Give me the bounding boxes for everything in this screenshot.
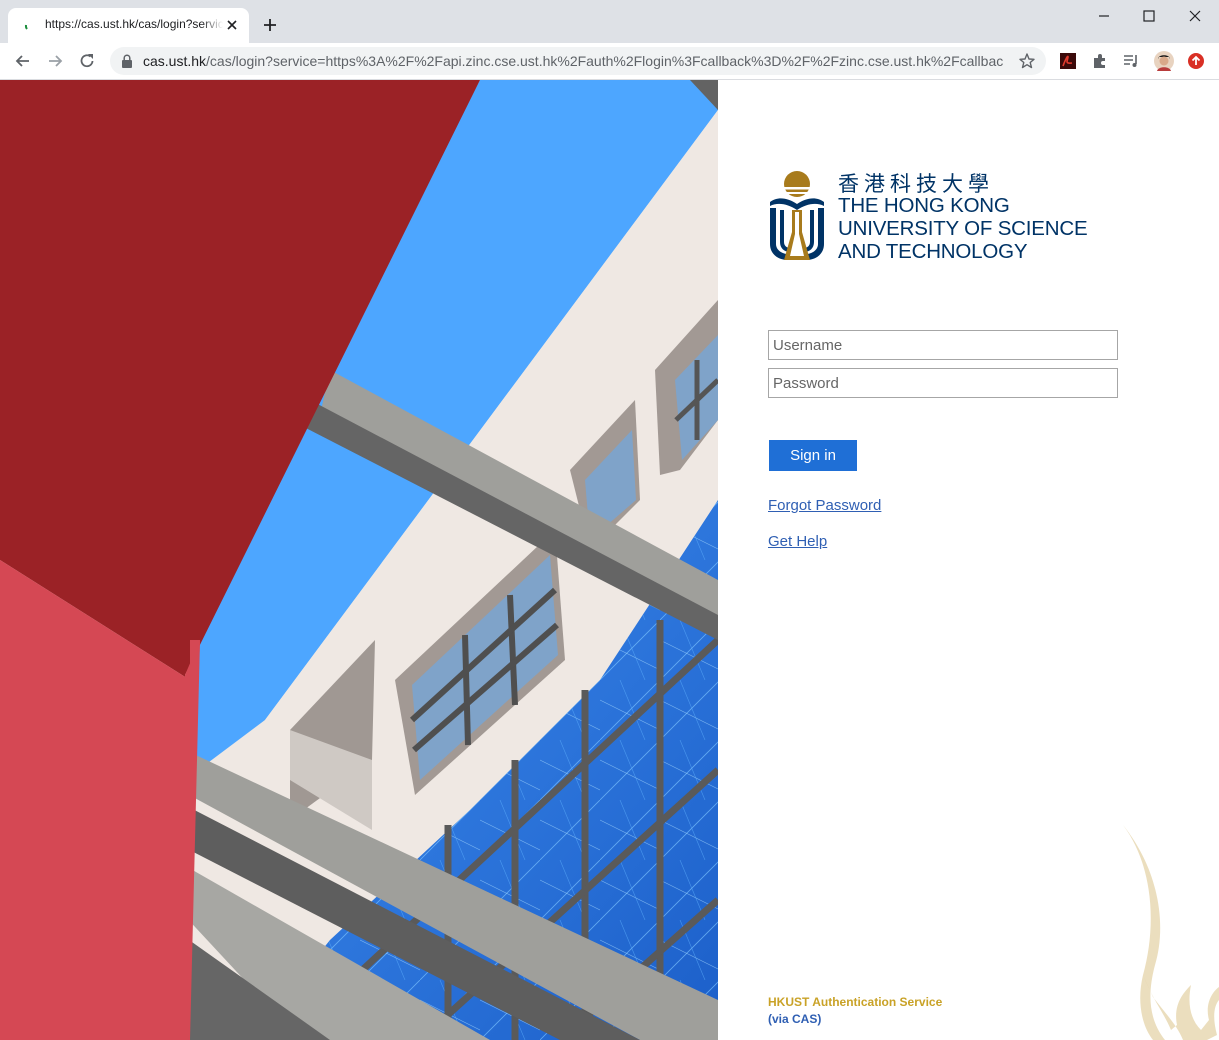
campus-illustration bbox=[0, 80, 718, 1040]
reload-icon[interactable] bbox=[77, 51, 97, 71]
url-host: cas.ust.hk bbox=[143, 53, 207, 69]
forward-icon[interactable] bbox=[45, 51, 65, 71]
url-text[interactable]: cas.ust.hk/cas/login?service=https%3A%2F… bbox=[143, 53, 1003, 69]
tab-close-icon[interactable] bbox=[224, 17, 240, 33]
loading-favicon-icon bbox=[24, 24, 28, 30]
puzzle-icon[interactable] bbox=[1091, 52, 1109, 70]
logo-name-line1: THE HONG KONG bbox=[838, 194, 1010, 217]
footer-service-subtitle: (via CAS) bbox=[768, 1012, 822, 1026]
star-icon[interactable] bbox=[1018, 52, 1036, 70]
profile-avatar-icon[interactable] bbox=[1154, 51, 1174, 71]
login-panel: 香港科技大學 THE HONG KONG UNIVERSITY OF SCIEN… bbox=[718, 80, 1219, 1040]
get-help-link[interactable]: Get Help bbox=[768, 533, 827, 550]
media-control-icon[interactable] bbox=[1122, 52, 1140, 70]
tab-strip: https://cas.ust.hk/cas/login?service=htt… bbox=[0, 0, 1219, 43]
sign-in-button[interactable]: Sign in bbox=[769, 440, 857, 471]
browser-window: https://cas.ust.hk/cas/login?service=htt… bbox=[0, 0, 1219, 1040]
close-window-icon[interactable] bbox=[1185, 6, 1205, 26]
maximize-icon[interactable] bbox=[1139, 6, 1159, 26]
address-bar[interactable]: cas.ust.hk/cas/login?service=https%3A%2F… bbox=[110, 47, 1046, 75]
logo-name-line3: AND TECHNOLOGY bbox=[838, 240, 1028, 263]
new-tab-icon[interactable] bbox=[261, 16, 279, 34]
browser-toolbar: cas.ust.hk/cas/login?service=https%3A%2F… bbox=[0, 43, 1219, 80]
logo-name-line2: UNIVERSITY OF SCIENCE bbox=[838, 217, 1088, 240]
minimize-icon[interactable] bbox=[1094, 6, 1114, 26]
password-field[interactable] bbox=[768, 368, 1118, 398]
lock-icon[interactable] bbox=[121, 54, 133, 68]
tab-title: https://cas.ust.hk/cas/login?service=htt… bbox=[45, 17, 223, 31]
url-path: /cas/login?service=https%3A%2F%2Fapi.zin… bbox=[206, 53, 1003, 69]
campus-illustration-art bbox=[0, 80, 718, 1040]
flame-watermark-icon bbox=[1123, 825, 1219, 1040]
back-icon[interactable] bbox=[13, 51, 33, 71]
hkust-emblem-icon bbox=[770, 171, 824, 260]
pdf-extension-icon[interactable] bbox=[1059, 52, 1077, 70]
browser-tab[interactable]: https://cas.ust.hk/cas/login?service=htt… bbox=[8, 8, 249, 43]
update-icon[interactable] bbox=[1187, 52, 1205, 70]
username-field[interactable] bbox=[768, 330, 1118, 360]
footer-service-title: HKUST Authentication Service bbox=[768, 995, 943, 1009]
forgot-password-link[interactable]: Forgot Password bbox=[768, 497, 881, 514]
cas-login-page: 香港科技大學 THE HONG KONG UNIVERSITY OF SCIEN… bbox=[0, 80, 1219, 1040]
